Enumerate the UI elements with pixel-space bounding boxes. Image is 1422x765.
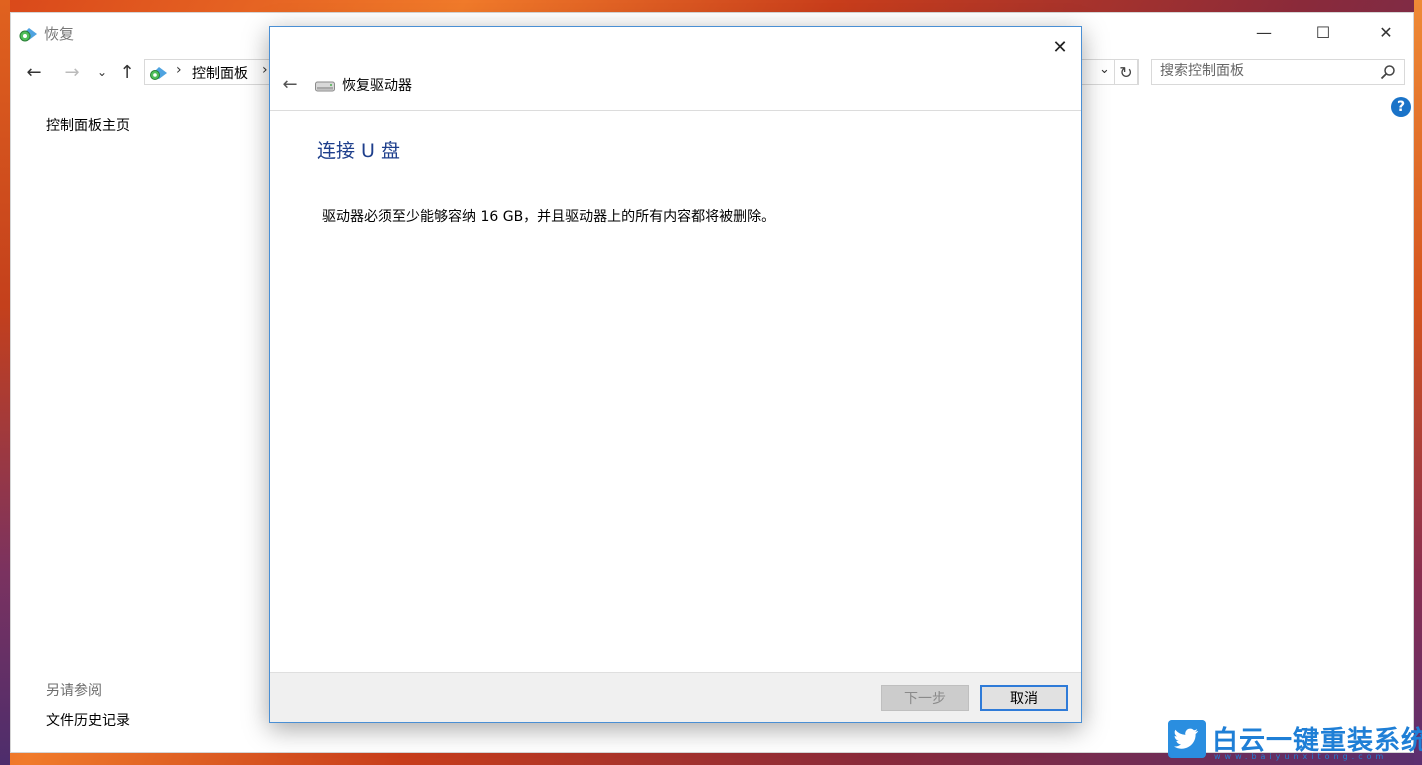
back-arrow-icon[interactable]: ← bbox=[23, 61, 45, 83]
desktop-wallpaper-right bbox=[1414, 0, 1422, 765]
file-history-link[interactable]: 文件历史记录 bbox=[46, 710, 130, 730]
close-window-button[interactable]: ✕ bbox=[1357, 13, 1415, 51]
see-also-heading: 另请参阅 bbox=[46, 683, 102, 699]
breadcrumb[interactable]: 控制面板 bbox=[192, 63, 248, 83]
back-arrow-icon[interactable]: ← bbox=[278, 73, 302, 95]
window-title: 恢复 bbox=[44, 25, 75, 43]
recovery-drive-dialog: ✕ ← 恢复驱动器 连接 U 盘 驱动器必须至少能够容纳 16 GB，并且驱动器… bbox=[269, 26, 1082, 723]
next-button[interactable]: 下一步 bbox=[881, 685, 969, 711]
search-icon[interactable] bbox=[1380, 64, 1396, 80]
dialog-heading: 连接 U 盘 bbox=[317, 140, 400, 162]
breadcrumb-separator: › bbox=[262, 62, 268, 78]
forward-arrow-icon[interactable]: → bbox=[61, 61, 83, 83]
watermark-url: www.baiyunxitong.com bbox=[1214, 752, 1388, 761]
dialog-footer: 下一步 取消 bbox=[270, 672, 1081, 722]
twitter-bird-icon bbox=[1168, 720, 1206, 758]
minimize-button[interactable]: — bbox=[1235, 13, 1293, 51]
cancel-button[interactable]: 取消 bbox=[980, 685, 1068, 711]
control-panel-icon bbox=[19, 28, 37, 42]
refresh-icon[interactable]: ↻ bbox=[1114, 59, 1138, 85]
usb-drive-icon bbox=[315, 81, 335, 92]
control-panel-icon bbox=[150, 67, 167, 80]
address-dropdown-icon[interactable]: ⌄ bbox=[1099, 62, 1110, 77]
search-input[interactable] bbox=[1152, 60, 1370, 82]
dialog-divider bbox=[270, 110, 1081, 111]
breadcrumb-separator: › bbox=[176, 62, 182, 78]
control-panel-home-link[interactable]: 控制面板主页 bbox=[46, 115, 130, 135]
search-box[interactable] bbox=[1151, 59, 1405, 85]
desktop-wallpaper-left bbox=[0, 0, 10, 765]
dialog-description: 驱动器必须至少能够容纳 16 GB，并且驱动器上的所有内容都将被删除。 bbox=[322, 209, 776, 225]
up-arrow-icon[interactable]: ↑ bbox=[116, 61, 138, 83]
dialog-title: 恢复驱动器 bbox=[342, 78, 412, 94]
help-icon[interactable]: ? bbox=[1391, 97, 1411, 117]
close-icon[interactable]: ✕ bbox=[1042, 33, 1078, 61]
maximize-button[interactable]: ☐ bbox=[1294, 13, 1352, 51]
watermark: 白云一键重装系统 www.baiyunxitong.com bbox=[1168, 720, 1422, 762]
chevron-down-icon[interactable]: ⌄ bbox=[91, 61, 113, 83]
